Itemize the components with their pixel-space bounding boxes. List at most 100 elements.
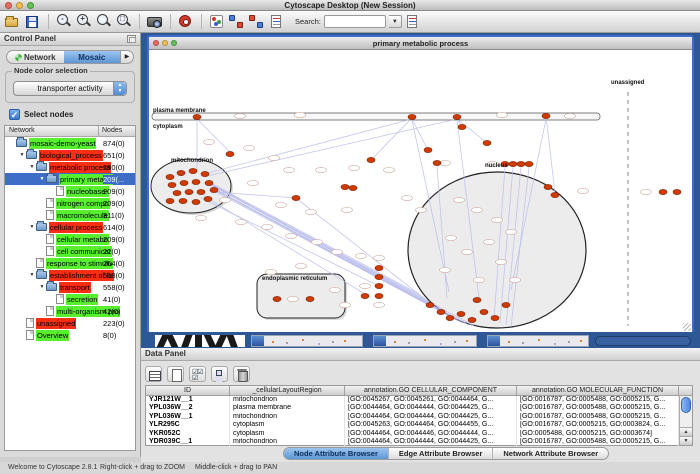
graph-node[interactable]: [375, 283, 383, 288]
expand-arrow-icon[interactable]: ▼: [28, 272, 36, 278]
tab-network[interactable]: Network: [7, 51, 64, 63]
graph-node[interactable]: [192, 199, 200, 204]
tabs-overflow-arrow[interactable]: ▶: [120, 51, 133, 63]
new-attribute-icon[interactable]: [167, 366, 184, 382]
save-session-icon[interactable]: [25, 14, 41, 29]
table-row[interactable]: YLR295Ccytoplasm[GO:0045263, GO:0044464,…: [146, 421, 692, 429]
graph-node[interactable]: [173, 190, 181, 195]
tree-row[interactable]: nucleobase-209(0): [5, 185, 135, 197]
graph-node[interactable]: [544, 184, 552, 189]
tree-row[interactable]: ▼metabolic process280(0): [5, 161, 135, 173]
network-window-titlebar[interactable]: primary metabolic process: [149, 37, 692, 50]
tree-row[interactable]: Overview8(0): [5, 329, 135, 341]
desktop-scrollbar[interactable]: [595, 336, 691, 346]
graph-edge[interactable]: [457, 119, 487, 143]
graph-node[interactable]: [480, 309, 488, 314]
tab-node-attribute-browser[interactable]: Node Attribute Browser: [284, 448, 389, 459]
window-resize-grip[interactable]: [683, 323, 691, 331]
graph-node[interactable]: [437, 309, 445, 314]
graph-node[interactable]: [375, 265, 383, 270]
open-file-icon[interactable]: [5, 14, 21, 29]
vizmapper-edge-icon[interactable]: [249, 14, 265, 29]
expand-arrow-icon[interactable]: ▼: [28, 224, 36, 230]
graph-edge[interactable]: [412, 119, 428, 150]
tree-row[interactable]: unassigned223(0): [5, 317, 135, 329]
background-window-sliver[interactable]: [373, 335, 477, 347]
zoom-in-icon[interactable]: +: [76, 14, 92, 29]
table-scrollbar[interactable]: ▲ ▼: [679, 396, 692, 445]
graph-node[interactable]: [192, 179, 200, 184]
tree-row[interactable]: cell communicat22(0): [5, 245, 135, 257]
graph-edge[interactable]: [546, 116, 555, 193]
export-image-icon[interactable]: [147, 14, 163, 29]
node-color-select[interactable]: transporter activity ▲▼: [13, 81, 127, 96]
tree-row[interactable]: response to stimulu264(0): [5, 257, 135, 269]
graph-node[interactable]: [180, 180, 188, 185]
graph-node[interactable]: [433, 160, 441, 165]
graph-node[interactable]: [502, 302, 510, 307]
graph-node[interactable]: [166, 174, 174, 179]
tree-header-nodes[interactable]: Nodes: [98, 126, 135, 136]
graph-node[interactable]: [509, 161, 517, 166]
graph-node[interactable]: [361, 293, 369, 298]
tree-row[interactable]: multi-organism pro42(0): [5, 305, 135, 317]
tree-header-network[interactable]: Network: [5, 126, 98, 136]
graph-node[interactable]: [201, 171, 209, 176]
column-header[interactable]: _cellularLayoutRegion: [230, 386, 345, 395]
graph-node[interactable]: [177, 170, 185, 175]
select-attributes-icon[interactable]: [189, 366, 206, 382]
search-dropdown-button[interactable]: ▼: [389, 15, 402, 28]
expand-arrow-icon[interactable]: ▼: [38, 176, 46, 182]
graph-node[interactable]: [525, 161, 533, 166]
graph-node[interactable]: [468, 317, 476, 322]
graph-node[interactable]: [446, 315, 454, 320]
graph-node[interactable]: [204, 196, 212, 201]
graph-node[interactable]: [189, 168, 197, 173]
graph-node[interactable]: [306, 296, 314, 301]
table-row[interactable]: YPL036W__1mitochondrion[GO:0044464, GO:0…: [146, 413, 692, 421]
background-window-sliver[interactable]: [487, 335, 589, 347]
graph-node[interactable]: [408, 114, 416, 119]
graph-node[interactable]: [179, 198, 187, 203]
tab-network-attribute-browser[interactable]: Network Attribute Browser: [493, 448, 608, 459]
graph-node[interactable]: [292, 195, 300, 200]
graph-node[interactable]: [210, 187, 218, 192]
graph-node[interactable]: [168, 182, 176, 187]
tree-row[interactable]: ▼primary metabo209(...: [5, 173, 135, 185]
graph-node[interactable]: [426, 302, 434, 307]
graph-node[interactable]: [424, 147, 432, 152]
tree-row[interactable]: cellular metabo209(0): [5, 233, 135, 245]
help-lifering-icon[interactable]: [178, 14, 194, 29]
expand-arrow-icon[interactable]: ▼: [38, 284, 46, 290]
attribute-form-icon[interactable]: [269, 14, 285, 29]
zoom-fit-icon[interactable]: □: [116, 14, 132, 29]
zoom-out-icon[interactable]: -: [56, 14, 72, 29]
expand-arrow-icon[interactable]: ▼: [28, 164, 36, 170]
select-nodes-checkbox[interactable]: ✓: [9, 109, 20, 120]
column-header[interactable]: ID: [146, 386, 230, 395]
graph-node[interactable]: [473, 297, 481, 302]
graph-node[interactable]: [375, 293, 383, 298]
tree-row[interactable]: ▼biological_process651(0): [5, 149, 135, 161]
graph-node[interactable]: [551, 192, 559, 197]
graph-node[interactable]: [491, 315, 499, 320]
delete-attribute-icon[interactable]: [233, 366, 250, 382]
graph-node[interactable]: [517, 161, 525, 166]
graph-node[interactable]: [226, 151, 234, 156]
graph-node[interactable]: [197, 189, 205, 194]
graph-edge[interactable]: [204, 119, 412, 174]
column-header[interactable]: annotation.GO CELLULAR_COMPONENT: [345, 386, 517, 395]
graph-node[interactable]: [458, 124, 466, 129]
background-window-sliver[interactable]: [251, 335, 363, 347]
graph-node[interactable]: [659, 189, 667, 194]
tree-row[interactable]: macromolecule311(0): [5, 209, 135, 221]
tree-row[interactable]: nitrogen compo209(0): [5, 197, 135, 209]
graph-node[interactable]: [453, 114, 461, 119]
graph-node[interactable]: [193, 114, 201, 119]
graph-node[interactable]: [166, 198, 174, 203]
tree-row[interactable]: secretion41(0): [5, 293, 135, 305]
network-canvas[interactable]: plasma membranecytoplasmmitochondrionnuc…: [149, 50, 692, 332]
tree-row[interactable]: mosaic-demo-yeast874(0): [5, 137, 135, 149]
table-row[interactable]: YDR039C__1mitochondrion[GO:0044464, GO:0…: [146, 438, 692, 446]
graph-node[interactable]: [349, 185, 357, 190]
